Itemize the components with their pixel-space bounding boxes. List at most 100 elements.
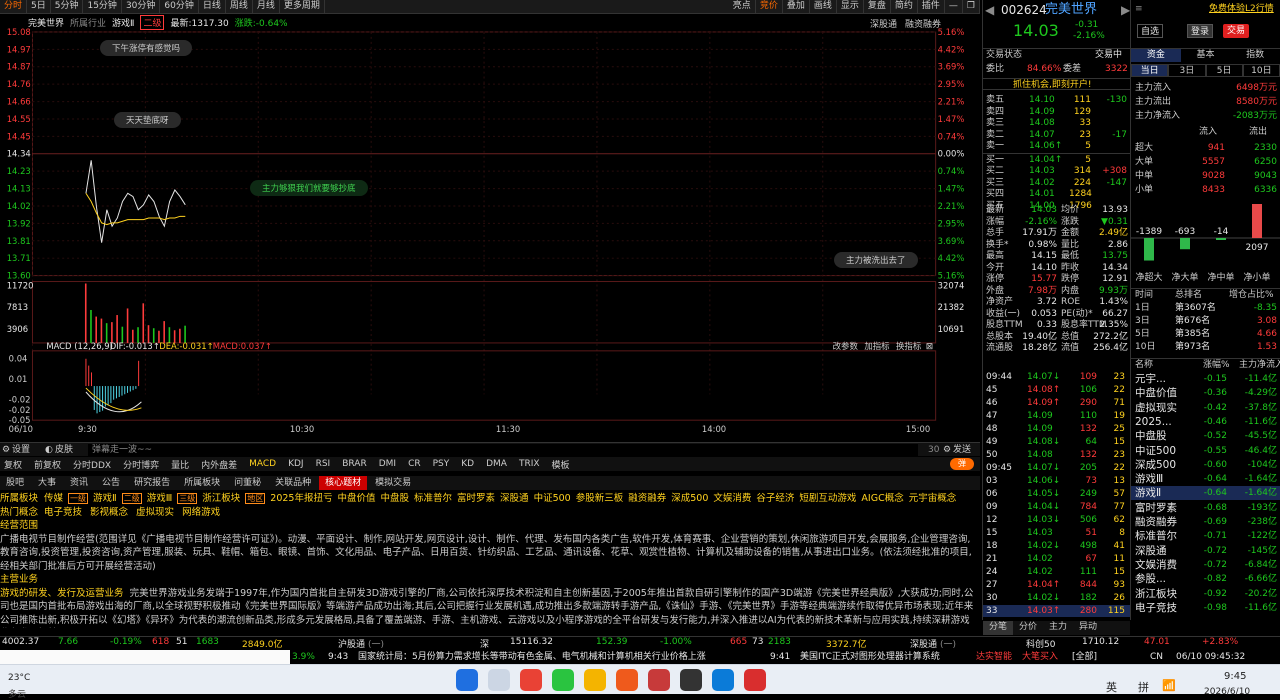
news-item-2[interactable]: 美国ITC正式对图形处理器计算系统 bbox=[800, 650, 958, 664]
bid-row[interactable]: 买一 14.04↑ 5 bbox=[983, 154, 1130, 166]
news-all[interactable]: [全部] bbox=[1072, 650, 1097, 664]
macd-tool-1[interactable]: 加指标 bbox=[864, 341, 890, 351]
prev-stock-icon[interactable]: ◀ bbox=[985, 2, 994, 18]
comment-input[interactable]: 弹幕走一波~~ bbox=[88, 444, 918, 456]
period-tab-9[interactable]: 更多周期 bbox=[280, 0, 325, 13]
concept-tag-0[interactable]: 电子竞技 bbox=[44, 507, 82, 518]
watchlist-select[interactable]: 自选 bbox=[1137, 24, 1164, 38]
sector-tag-13[interactable]: 深股通 bbox=[500, 493, 529, 504]
wechat-icon[interactable] bbox=[552, 669, 574, 691]
f10-tab-7[interactable]: 关联品种 bbox=[269, 476, 317, 490]
sector-tag-6[interactable]: 浙江板块 bbox=[202, 493, 240, 504]
alert-button[interactable]: 登录 bbox=[1187, 24, 1214, 38]
block-row[interactable]: 2025... -0.46 -11.6亿 bbox=[1131, 415, 1280, 429]
menu-icon[interactable]: ≡ bbox=[1135, 3, 1143, 15]
capital-tab-1[interactable]: 基本 bbox=[1181, 49, 1231, 62]
folder-icon[interactable] bbox=[584, 669, 606, 691]
block-row[interactable]: 深股通 -0.72 -145亿 bbox=[1131, 544, 1280, 558]
concept-tag-2[interactable]: 虚拟现实 bbox=[136, 507, 174, 518]
account-banner[interactable]: 抓住机会,即刻开户! bbox=[1013, 79, 1091, 91]
indicator-tab-7[interactable]: KDJ bbox=[288, 459, 304, 469]
sector-tag-18[interactable]: 文娱消费 bbox=[713, 493, 751, 504]
wps-icon[interactable] bbox=[744, 669, 766, 691]
settings-icon[interactable]: ⚙ bbox=[2, 443, 10, 457]
f10-tab-3[interactable]: 公告 bbox=[96, 476, 126, 490]
indicator-tab-3[interactable]: 分时博弈 bbox=[123, 458, 159, 471]
toggle-1[interactable]: 竞价 bbox=[756, 0, 783, 13]
tool-2[interactable]: 显示 bbox=[837, 0, 864, 13]
block-row[interactable]: 中盘股 -0.52 -45.5亿 bbox=[1131, 429, 1280, 443]
indicator-tab-0[interactable]: 复权 bbox=[4, 458, 22, 471]
indicator-tab-9[interactable]: BRAR bbox=[342, 459, 366, 469]
app-icon-2[interactable] bbox=[680, 669, 702, 691]
indicator-tab-6[interactable]: MACD bbox=[249, 459, 276, 469]
sector-tag-16[interactable]: 融资融券 bbox=[628, 493, 666, 504]
bid-row[interactable]: 买二 14.03 314 +308 bbox=[983, 165, 1130, 177]
indicator-tab-2[interactable]: 分时DDX bbox=[73, 458, 111, 471]
block-row[interactable]: 元宇... -0.15 -11.4亿 bbox=[1131, 372, 1280, 386]
send-button[interactable]: 发送 bbox=[953, 443, 971, 457]
tool-0[interactable]: 叠加 bbox=[783, 0, 810, 13]
sector-tag-2[interactable]: 游戏Ⅱ bbox=[93, 493, 117, 504]
sector-tag-10[interactable]: 中盘股 bbox=[381, 493, 410, 504]
indicator-tab-10[interactable]: DMI bbox=[379, 459, 396, 469]
sector-tag-11[interactable]: 标准普尔 bbox=[414, 493, 452, 504]
period-tab-6[interactable]: 日线 bbox=[199, 0, 226, 13]
indicator-tab-11[interactable]: CR bbox=[408, 459, 421, 469]
bid-row[interactable]: 买三 14.02 224 -147 bbox=[983, 177, 1130, 189]
sector-tag-1[interactable]: 一级 bbox=[68, 493, 89, 504]
search-icon[interactable] bbox=[488, 669, 510, 691]
period-tab-3[interactable]: 15分钟 bbox=[83, 0, 122, 13]
sector-tag-14[interactable]: 中证500 bbox=[534, 493, 571, 504]
sector-tag-9[interactable]: 中盘价值 bbox=[337, 493, 375, 504]
capital-subtab-0[interactable]: 当日 bbox=[1131, 64, 1169, 77]
tool-1[interactable]: 画线 bbox=[810, 0, 837, 13]
block-row[interactable]: 文娱消费 -0.72 -6.84亿 bbox=[1131, 558, 1280, 572]
indicator-tab-4[interactable]: 量比 bbox=[171, 458, 189, 471]
macd-tool-2[interactable]: 换指标 bbox=[896, 341, 922, 351]
trading-app-icon[interactable] bbox=[616, 669, 638, 691]
indicator-tab-8[interactable]: RSI bbox=[316, 459, 331, 469]
block-row[interactable]: 中盘价值 -0.36 -4.29亿 bbox=[1131, 386, 1280, 400]
block-row[interactable]: 标准普尔 -0.71 -122亿 bbox=[1131, 529, 1280, 543]
period-tab-7[interactable]: 周线 bbox=[226, 0, 253, 13]
network-icon[interactable]: 📶 bbox=[1162, 679, 1176, 692]
tool-5[interactable]: 插件 bbox=[918, 0, 945, 13]
sector-tag-15[interactable]: 参股新三板 bbox=[576, 493, 624, 504]
block-row[interactable]: 游戏Ⅲ -0.64 -1.64亿 bbox=[1131, 472, 1280, 486]
sector-tag-17[interactable]: 深成500 bbox=[671, 493, 708, 504]
ask-row[interactable]: 卖二 14.07 23 -17 bbox=[983, 129, 1130, 141]
news-tag[interactable]: 大笔买入 bbox=[1022, 650, 1058, 664]
sector-tag-0[interactable]: 传媒 bbox=[44, 493, 63, 504]
danmu-toggle[interactable]: 弹 bbox=[950, 458, 974, 470]
ask-row[interactable]: 卖五 14.10 111 -130 bbox=[983, 94, 1130, 106]
block-row[interactable]: 电子竞技 -0.98 -11.6亿 bbox=[1131, 601, 1280, 615]
sector-tag-7[interactable]: 地区 bbox=[245, 493, 266, 504]
block-row[interactable]: 富时罗素 -0.68 -193亿 bbox=[1131, 501, 1280, 515]
ask-row[interactable]: 卖一 14.06↑ 5 bbox=[983, 140, 1130, 152]
macd-close-icon[interactable]: ⊠ bbox=[926, 342, 933, 352]
tool-3[interactable]: 复盘 bbox=[864, 0, 891, 13]
indicator-tab-12[interactable]: PSY bbox=[433, 459, 450, 469]
news-item-1[interactable]: 国家统计局：5月份算力需求增长等带动有色金属、电气机械和计算机相关行业价格上涨 bbox=[358, 650, 768, 664]
f10-tab-6[interactable]: 问董秘 bbox=[228, 476, 267, 490]
indicator-tab-16[interactable]: 模板 bbox=[552, 458, 570, 471]
trade-button[interactable]: 交易 bbox=[1223, 24, 1250, 38]
chrome-icon[interactable] bbox=[520, 669, 542, 691]
skin-button[interactable]: 皮肤 bbox=[55, 443, 73, 457]
clock-date[interactable]: 2026/6/10 bbox=[1204, 687, 1250, 697]
indicator-tab-15[interactable]: TRIX bbox=[519, 459, 540, 469]
intraday-chart[interactable]: 15.08 5.16% 14.97 4.42% 14.87 3.69% 14.76 2.95%… bbox=[0, 28, 980, 438]
l2-link[interactable]: 免费体验L2行情 bbox=[1209, 3, 1274, 15]
ticks-tab-0[interactable]: 分笔 bbox=[983, 621, 1014, 635]
indicator-tab-1[interactable]: 前复权 bbox=[34, 458, 61, 471]
send-icon[interactable]: ⚙ bbox=[943, 443, 951, 457]
indicator-tab-13[interactable]: KD bbox=[461, 459, 474, 469]
sector-tag-8[interactable]: 2025年报扭亏 bbox=[270, 493, 332, 504]
block-row[interactable]: 虚拟现实 -0.42 -37.8亿 bbox=[1131, 401, 1280, 415]
sector-tag-22[interactable]: 元宇宙概念 bbox=[909, 493, 957, 504]
indicator-tab-14[interactable]: DMA bbox=[486, 459, 507, 469]
period-tab-1[interactable]: 5日 bbox=[27, 0, 51, 13]
f10-tab-4[interactable]: 研究报告 bbox=[128, 476, 176, 490]
period-tab-5[interactable]: 60分钟 bbox=[160, 0, 199, 13]
